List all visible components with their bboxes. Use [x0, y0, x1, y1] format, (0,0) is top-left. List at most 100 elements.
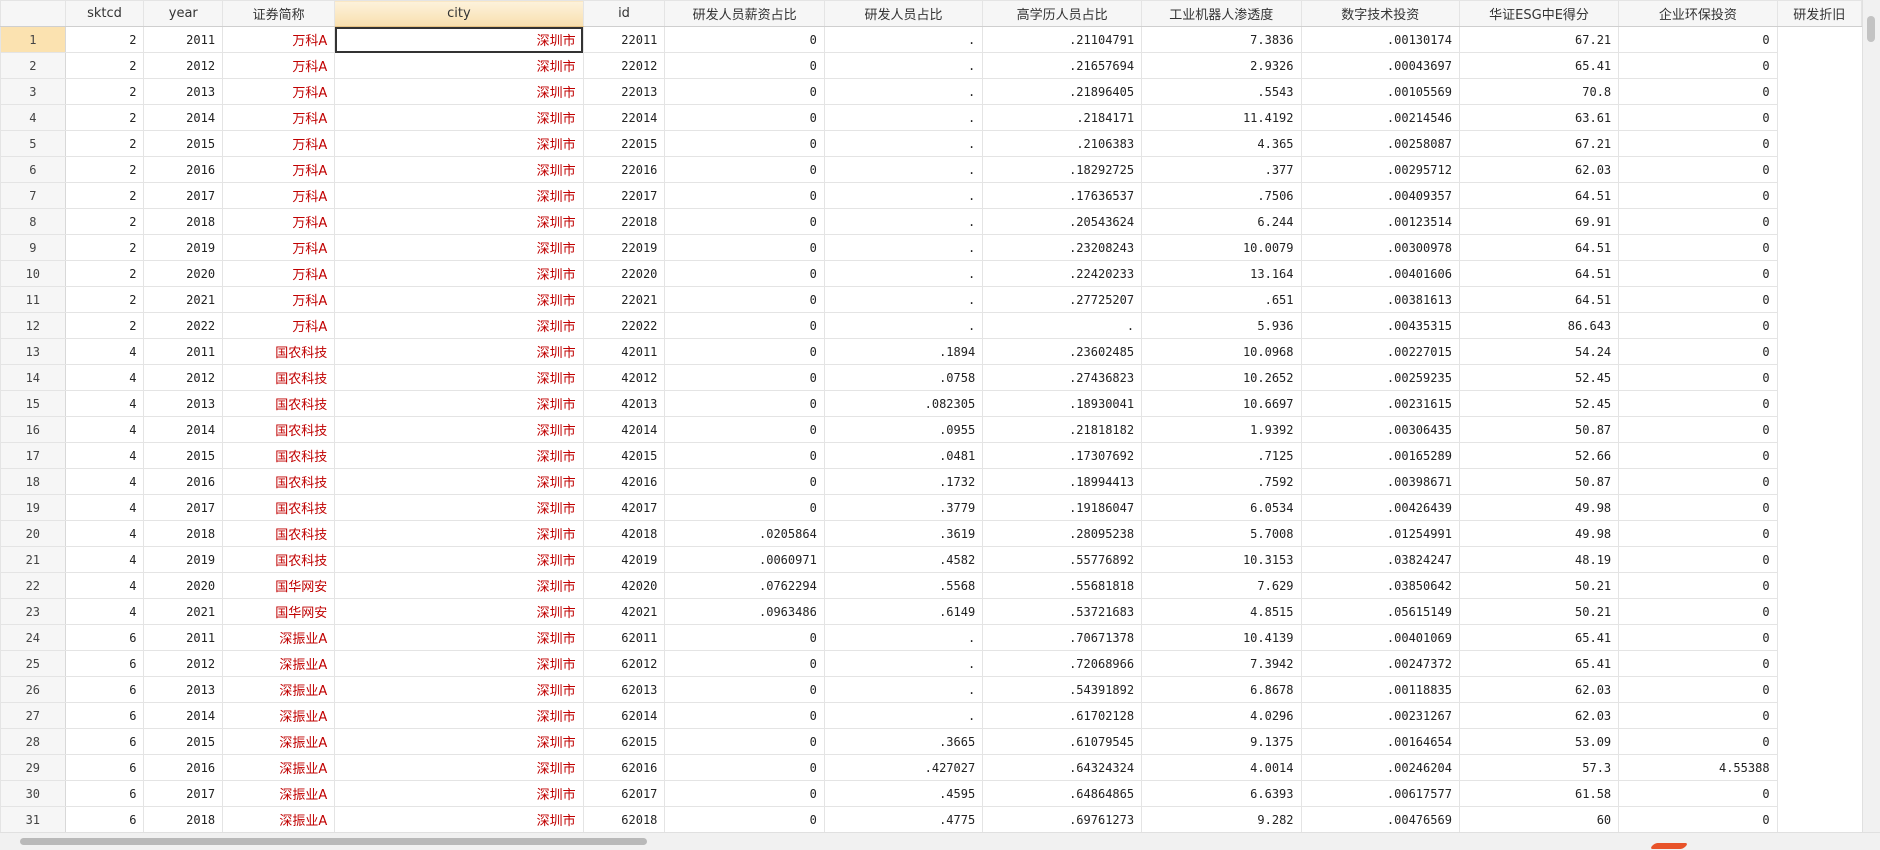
grid-cell[interactable]: 1.9392 — [1141, 416, 1302, 443]
grid-cell[interactable]: 2 — [64, 78, 145, 105]
grid-cell[interactable]: .4595 — [823, 780, 984, 807]
grid-cell[interactable]: .00043697 — [1300, 52, 1460, 79]
grid-cell[interactable]: 0 — [1618, 520, 1778, 547]
grid-cell[interactable]: 0 — [1618, 676, 1778, 703]
grid-cell[interactable]: 0 — [1618, 546, 1778, 573]
grid-cell[interactable]: .00476569 — [1300, 806, 1460, 832]
grid-cell[interactable]: .18930041 — [982, 390, 1143, 417]
grid-cell[interactable]: 深圳市 — [334, 338, 584, 365]
grid-cell[interactable]: 0 — [664, 650, 825, 677]
grid-cell[interactable]: .00617577 — [1300, 780, 1460, 807]
grid-cell[interactable]: 22020 — [582, 260, 666, 287]
grid-cell[interactable]: 62018 — [582, 806, 666, 832]
column-header-0[interactable]: sktcd — [64, 0, 145, 27]
grid-cell[interactable]: 国农科技 — [222, 494, 336, 521]
table-row[interactable]: 4 2 2014 万科A 深圳市 22014 0. .2184171 11.4192.00214… — [0, 104, 1862, 131]
grid-cell[interactable]: 49.98 — [1458, 494, 1620, 521]
grid-cell[interactable]: 深振业A — [222, 754, 336, 781]
grid-cell[interactable]: 深振业A — [222, 728, 336, 755]
row-number[interactable]: 5 — [0, 130, 66, 157]
grid-cell[interactable]: .00258087 — [1300, 130, 1460, 157]
table-row[interactable]: 19 4 2017 国农科技 深圳市 42017 0.3779.19186047 6.0534… — [0, 494, 1862, 521]
grid-cell[interactable]: 2012 — [143, 650, 224, 677]
grid-cell[interactable]: 69.91 — [1458, 208, 1620, 235]
row-number[interactable]: 31 — [0, 806, 66, 832]
grid-cell[interactable]: .27436823 — [982, 364, 1143, 391]
grid-cell[interactable]: 22012 — [582, 52, 666, 79]
grid-cell[interactable]: 0 — [664, 104, 825, 131]
table-row[interactable]: 17 4 2015 国农科技 深圳市 42015 0.0481.17307692.7125.… — [0, 442, 1862, 469]
grid-cell[interactable]: .00227015 — [1300, 338, 1460, 365]
grid-cell[interactable]: 深圳市 — [334, 182, 584, 209]
grid-cell[interactable]: 42018 — [582, 520, 666, 547]
grid-cell[interactable]: 0 — [664, 494, 825, 521]
grid-cell[interactable]: 4 — [64, 494, 145, 521]
grid-cell[interactable]: .17307692 — [982, 442, 1143, 469]
grid-cell[interactable]: 53.09 — [1458, 728, 1620, 755]
grid-cell[interactable]: 深圳市 — [334, 494, 584, 521]
grid-cell[interactable]: 9.282 — [1141, 806, 1302, 832]
table-row[interactable]: 13 4 2011 国农科技 深圳市 42011 0.1894.23602485 10.096… — [0, 338, 1862, 365]
grid-cell[interactable]: 0 — [1618, 780, 1778, 807]
grid-cell[interactable]: 深圳市 — [334, 130, 584, 157]
grid-cell[interactable]: 深圳市 — [334, 676, 584, 703]
grid-cell[interactable]: .00435315 — [1300, 312, 1460, 339]
grid-cell[interactable]: 2013 — [143, 390, 224, 417]
grid-cell[interactable]: .23602485 — [982, 338, 1143, 365]
grid-cell[interactable]: 4.8515 — [1141, 598, 1302, 625]
grid-cell[interactable]: .53721683 — [982, 598, 1143, 625]
grid-cell[interactable]: 50.87 — [1458, 468, 1620, 495]
grid-cell[interactable]: .17636537 — [982, 182, 1143, 209]
row-number[interactable]: 15 — [0, 390, 66, 417]
grid-cell[interactable]: .0762294 — [664, 572, 825, 599]
grid-cell[interactable]: 0 — [664, 806, 825, 832]
grid-cell[interactable]: 2018 — [143, 208, 224, 235]
grid-cell[interactable]: 0 — [664, 52, 825, 79]
grid-cell[interactable]: .21896405 — [982, 78, 1143, 105]
row-number[interactable]: 18 — [0, 468, 66, 495]
grid-cell[interactable]: 万科A — [222, 286, 336, 313]
table-row[interactable]: 5 2 2015 万科A 深圳市 22015 0. .2106383 4.365.0025808… — [0, 130, 1862, 157]
grid-cell[interactable]: 0 — [664, 416, 825, 443]
table-row[interactable]: 11 2 2021 万科A 深圳市 22021 0. .27725207.651.003816… — [0, 286, 1862, 313]
grid-cell[interactable]: 10.0079 — [1141, 234, 1302, 261]
grid-cell[interactable]: 10.2652 — [1141, 364, 1302, 391]
grid-cell[interactable]: 22019 — [582, 234, 666, 261]
grid-cell[interactable]: .6149 — [823, 598, 984, 625]
table-row[interactable]: 26 6 2013 深振业A 深圳市 62013 0. .54391892 6.8678.001… — [0, 676, 1862, 703]
grid-cell[interactable]: .00295712 — [1300, 156, 1460, 183]
grid-cell[interactable]: 深圳市 — [334, 754, 584, 781]
grid-cell[interactable]: .64864865 — [982, 780, 1143, 807]
grid-cell[interactable]: 4 — [64, 572, 145, 599]
grid-cell[interactable]: .18292725 — [982, 156, 1143, 183]
table-row[interactable]: 1 2 2011 万科A 深圳市 22011 0. .21104791 7.3836.00130… — [0, 26, 1862, 53]
grid-cell[interactable]: 5.7008 — [1141, 520, 1302, 547]
table-row[interactable]: 15 4 2013 国农科技 深圳市 42013 0.082305.18930041 10.6… — [0, 390, 1862, 417]
grid-cell[interactable]: 国农科技 — [222, 416, 336, 443]
row-number[interactable]: 26 — [0, 676, 66, 703]
column-header-6[interactable]: 研发人员占比 — [823, 0, 984, 27]
grid-cell[interactable]: 7.629 — [1141, 572, 1302, 599]
grid-cell[interactable]: 0 — [664, 26, 825, 53]
grid-cell[interactable]: 深圳市 — [334, 520, 584, 547]
grid-cell[interactable]: . — [982, 312, 1143, 339]
grid-cell[interactable]: 4.0296 — [1141, 702, 1302, 729]
grid-cell[interactable]: 6 — [64, 806, 145, 832]
grid-cell[interactable]: .2184171 — [982, 104, 1143, 131]
grid-cell[interactable]: 深圳市 — [334, 234, 584, 261]
grid-cell[interactable]: 48.19 — [1458, 546, 1620, 573]
grid-cell[interactable]: .21657694 — [982, 52, 1143, 79]
grid-cell[interactable]: 2 — [64, 208, 145, 235]
grid-cell[interactable]: 6 — [64, 702, 145, 729]
grid-cell[interactable]: 深圳市 — [334, 286, 584, 313]
grid-cell[interactable]: 6 — [64, 780, 145, 807]
grid-cell[interactable]: 86.643 — [1458, 312, 1620, 339]
row-number[interactable]: 6 — [0, 156, 66, 183]
grid-cell[interactable]: 0 — [1618, 286, 1778, 313]
grid-cell[interactable]: .00401606 — [1300, 260, 1460, 287]
grid-cell[interactable]: 6 — [64, 650, 145, 677]
grid-cell[interactable]: 22013 — [582, 78, 666, 105]
grid-cell[interactable]: 52.45 — [1458, 390, 1620, 417]
column-header-9[interactable]: 数字技术投资 — [1300, 0, 1460, 27]
grid-cell[interactable]: .61079545 — [982, 728, 1143, 755]
